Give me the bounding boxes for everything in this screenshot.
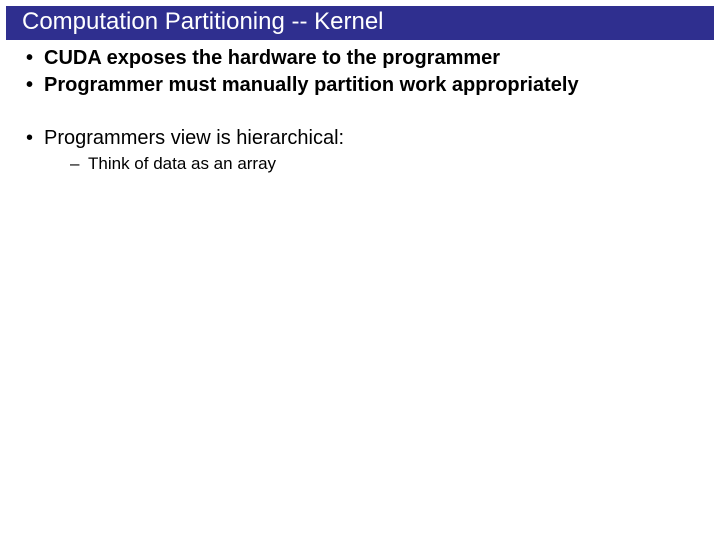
slide-title: Computation Partitioning -- Kernel — [6, 6, 714, 40]
slide-content: CUDA exposes the hardware to the program… — [0, 40, 720, 175]
bullet-item: Programmers view is hierarchical: Think … — [20, 126, 700, 175]
bullet-item: CUDA exposes the hardware to the program… — [20, 46, 700, 71]
sub-bullet-list: Think of data as an array — [44, 153, 700, 175]
bullet-text: Programmers view is hierarchical: — [44, 127, 344, 149]
bullet-list: Programmers view is hierarchical: Think … — [20, 126, 700, 175]
slide: Computation Partitioning -- Kernel CUDA … — [0, 6, 720, 546]
spacer — [20, 100, 700, 126]
bullet-item: Programmer must manually partition work … — [20, 73, 700, 98]
sub-bullet-item: Think of data as an array — [66, 153, 700, 175]
bullet-list: CUDA exposes the hardware to the program… — [20, 46, 700, 98]
